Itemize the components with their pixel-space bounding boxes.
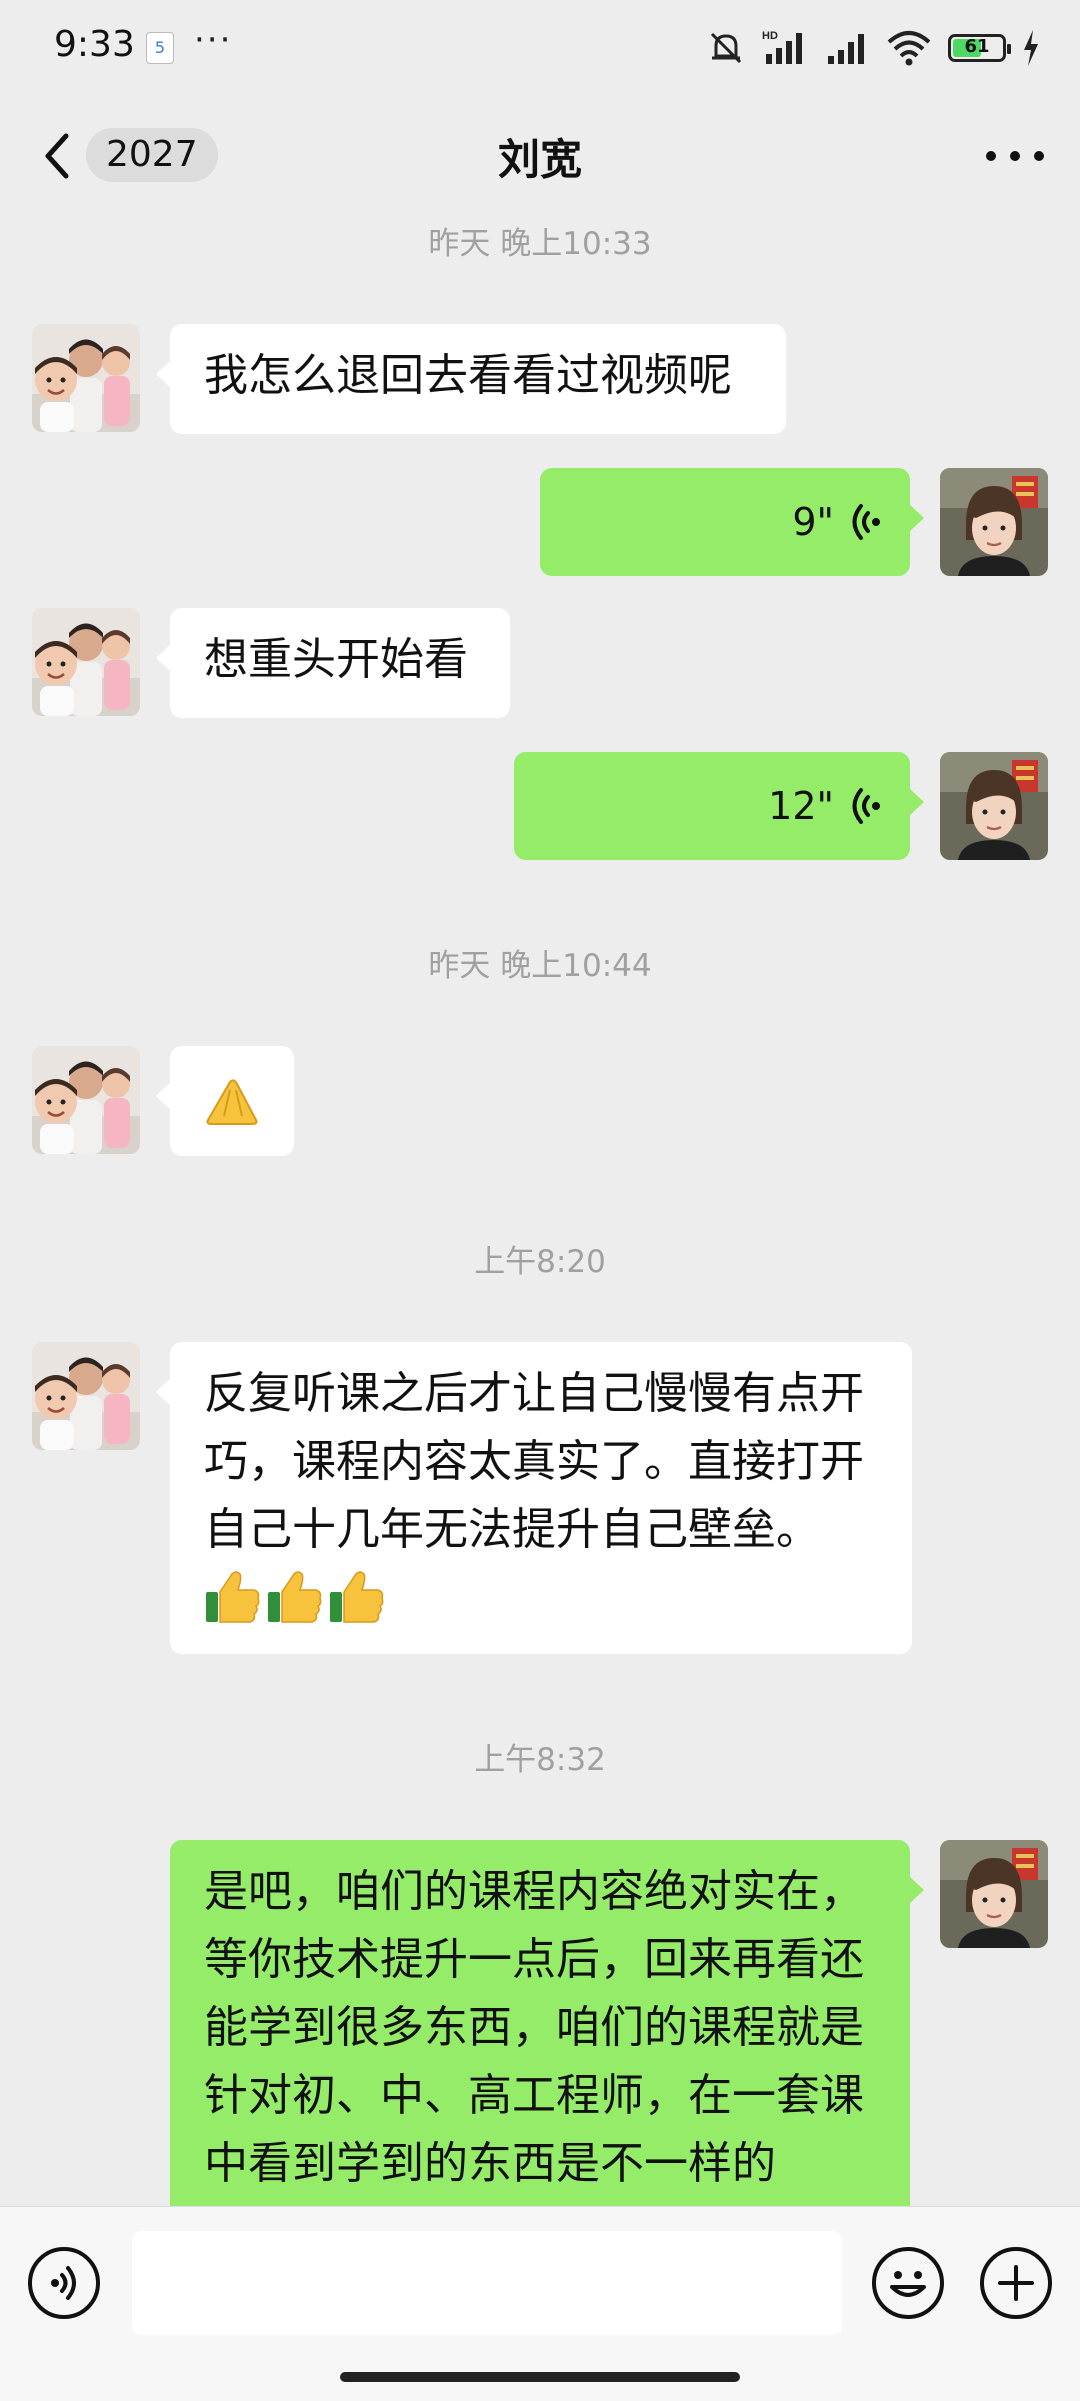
message-text: 反复听课之后才让自己慢慢有点开巧，课程内容太真实了。直接打开自己十几年无法提升自… [204,1368,864,1555]
home-indicator[interactable] [340,2372,740,2382]
message-emoji: 👍👍👍 [204,1564,878,1626]
voice-message-bubble[interactable]: 9" [540,468,924,576]
smiley-icon [890,2271,926,2297]
voice-wave-icon [852,788,880,824]
message-input[interactable] [132,2231,842,2335]
mute-icon [710,32,742,64]
avatar-self[interactable] [940,468,1048,576]
more-functions-button[interactable] [980,2247,1052,2319]
voice-duration: 9" [792,500,834,544]
avatar-contact[interactable] [32,1046,140,1154]
emoji-button[interactable] [872,2247,944,2319]
chat-title: 刘宽 [497,135,582,184]
svg-text:HD: HD [762,30,778,42]
status-time: 9:33 [54,24,135,65]
plus-icon [998,2265,1034,2301]
status-bar: 9:33 5 ··· HD 61 [0,0,1080,90]
voice-icon [51,2266,76,2300]
app-notification-icon: 5 [146,32,174,64]
chat-header: 2027 刘宽 [0,100,1080,210]
timestamp: 上午8:32 [474,1742,606,1778]
message-bubble-sent[interactable]: 是吧，咱们的课程内容绝对实在，等你技术提升一点后，回来再看还能学到很多东西，咱们… [170,1840,924,2220]
timestamp: 昨天 晚上10:44 [428,948,652,984]
charging-icon [1024,30,1038,66]
signal-hd-icon: HD [762,30,802,64]
avatar-self[interactable] [940,1840,1048,1948]
message-bubble-received[interactable]: 想重头开始看 [156,608,510,718]
message-bubble-received[interactable]: 我怎么退回去看看过视频呢 [156,324,786,434]
avatar-contact[interactable] [32,1342,140,1450]
battery-icon: 61 [948,34,1011,62]
status-icons: HD 61 [706,28,1040,68]
voice-wave-icon [852,504,880,540]
battery-level: 61 [964,36,990,57]
message-bubble-received[interactable]: 反复听课之后才让自己慢慢有点开巧，课程内容太真实了。直接打开自己十几年无法提升自… [156,1342,912,1654]
avatar-contact[interactable] [32,608,140,716]
voice-input-button[interactable] [28,2247,100,2319]
more-notifications-icon: ··· [194,20,233,60]
pinched-hands-emoji-icon [206,1079,258,1125]
thumbs-up-emoji-icon [206,1571,384,1623]
more-options-icon[interactable] [986,144,1044,168]
voice-duration: 12" [768,784,834,828]
avatar-contact[interactable] [32,324,140,432]
wifi-icon [887,31,931,66]
voice-message-bubble[interactable]: 12" [514,752,924,860]
timestamp: 上午8:20 [474,1244,606,1280]
signal-icon [828,34,864,64]
message-bubble-received[interactable] [156,1046,294,1156]
timestamp: 昨天 晚上10:33 [428,226,652,262]
avatar-self[interactable] [940,752,1048,860]
